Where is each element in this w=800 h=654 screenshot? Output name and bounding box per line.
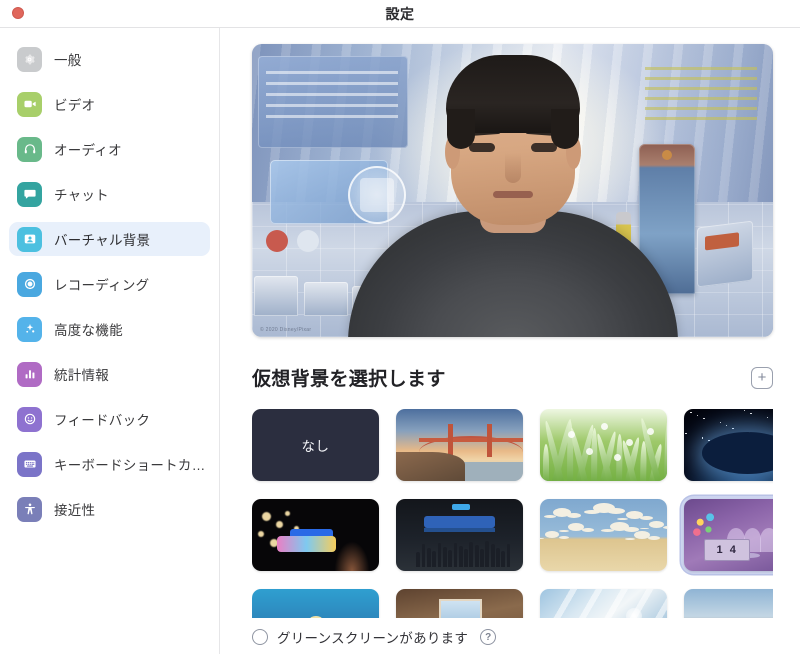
- thumbnail-art: [540, 409, 667, 481]
- person-card-icon: [17, 226, 42, 252]
- sidebar-item-label: 統計情報: [54, 368, 110, 383]
- thumbnail: 1 4: [684, 499, 773, 571]
- video-icon: [17, 91, 42, 117]
- sidebar-item-label: 一般: [54, 53, 82, 68]
- virtual-background-panel: © 2020 Disney/Pixar 仮想背景を選択します + なし1 4✕ …: [220, 28, 800, 654]
- background-tile-purple-arcade[interactable]: 1 4✕: [684, 499, 773, 571]
- thumbnail-art: [252, 589, 379, 618]
- thumbnail-art: [540, 499, 667, 571]
- window-controls: [12, 7, 24, 19]
- green-screen-row: グリーンスクリーンがあります ?: [252, 620, 773, 654]
- sidebar-item-headphone[interactable]: オーディオ: [9, 132, 210, 166]
- thumbnail: [396, 409, 523, 481]
- thumbnail-art: [684, 409, 773, 481]
- background-grid: なし 1 4✕: [252, 409, 773, 618]
- sidebar-item-gear[interactable]: 一般: [9, 42, 210, 76]
- background-tile-coral-reef[interactable]: [252, 589, 379, 618]
- thumbnail-art: [396, 589, 523, 618]
- window-title: 設定: [385, 5, 415, 22]
- sidebar-item-record[interactable]: レコーディング: [9, 267, 210, 301]
- sidebar-item-video[interactable]: ビデオ: [9, 87, 210, 121]
- thumbnail: [396, 589, 523, 618]
- thumbnail-number-plate: 1 4: [704, 539, 751, 561]
- sidebar-item-person-card[interactable]: バーチャル背景: [9, 222, 210, 256]
- section-title: 仮想背景を選択します: [252, 369, 446, 390]
- preview-person: [252, 44, 773, 337]
- thumbnail-art: [540, 589, 667, 618]
- thumbnail: [540, 499, 667, 571]
- thumbnail: [540, 589, 667, 618]
- background-tile-golden-gate[interactable]: [396, 409, 523, 481]
- none-label: なし: [301, 439, 330, 454]
- sidebar-item-accessibility[interactable]: 接近性: [9, 492, 210, 526]
- background-grid-scroll[interactable]: なし 1 4✕: [252, 409, 773, 618]
- headphone-icon: [17, 136, 42, 162]
- background-tile-toy-story-clouds[interactable]: [540, 499, 667, 571]
- sidebar-item-label: オーディオ: [54, 143, 122, 158]
- thumbnail-art: [396, 499, 523, 571]
- background-tile-group-photo[interactable]: [396, 499, 523, 571]
- background-tile-sunbeam-street[interactable]: [540, 589, 667, 618]
- settings-sidebar: 一般ビデオオーディオチャットバーチャル背景 レコーディング 高度な機能統計情報フィー…: [0, 28, 220, 654]
- record-icon: [17, 271, 42, 297]
- thumbnail-art: [684, 589, 773, 618]
- person-hair: [445, 55, 580, 149]
- sparkle-icon: [17, 316, 42, 342]
- green-screen-label: グリーンスクリーンがあります: [277, 631, 469, 646]
- preview-watermark: © 2020 Disney/Pixar: [260, 327, 312, 333]
- thumbnail: [540, 409, 667, 481]
- sidebar-item-label: キーボードショートカ…: [54, 458, 206, 473]
- sidebar-item-label: 高度な機能: [54, 323, 123, 338]
- background-tile-living-room[interactable]: [396, 589, 523, 618]
- background-tile-earth-space[interactable]: [684, 409, 773, 481]
- video-preview[interactable]: © 2020 Disney/Pixar: [252, 44, 773, 337]
- settings-window: 設定 一般ビデオオーディオチャットバーチャル背景 レコーディング 高度な機能統計情報…: [0, 0, 800, 654]
- sidebar-item-smiley[interactable]: フィードバック: [9, 402, 210, 436]
- green-screen-checkbox[interactable]: [252, 629, 268, 645]
- sidebar-item-chat[interactable]: チャット: [9, 177, 210, 211]
- thumbnail: [252, 499, 379, 571]
- section-header: 仮想背景を選択します +: [252, 364, 773, 391]
- thumbnail-art: [252, 499, 379, 571]
- close-button[interactable]: [12, 7, 24, 19]
- sidebar-item-label: ビデオ: [54, 98, 96, 113]
- thumbnail: なし: [252, 409, 379, 481]
- plus-icon: +: [757, 368, 767, 386]
- background-tile-grass[interactable]: [540, 409, 667, 481]
- add-background-button[interactable]: +: [751, 366, 773, 389]
- background-tile-none[interactable]: なし: [252, 409, 379, 481]
- bar-chart-icon: [17, 361, 42, 387]
- sidebar-item-label: フィードバック: [54, 413, 151, 428]
- sidebar-item-label: チャット: [54, 188, 109, 203]
- smiley-icon: [17, 406, 42, 432]
- sidebar-item-keyboard[interactable]: キーボードショートカ…: [9, 447, 210, 481]
- thumbnail: [684, 409, 773, 481]
- background-tile-cars-stadium[interactable]: [684, 589, 773, 618]
- sidebar-item-label: 接近性: [54, 503, 96, 518]
- gear-icon: [17, 46, 42, 72]
- thumbnail-art: [396, 409, 523, 481]
- help-icon[interactable]: ?: [480, 629, 497, 645]
- thumbnail: [252, 589, 379, 618]
- chat-icon: [17, 181, 42, 207]
- thumbnail: [396, 499, 523, 571]
- sidebar-item-label: レコーディング: [54, 278, 150, 293]
- accessibility-icon: [17, 496, 42, 522]
- sidebar-item-label: バーチャル背景: [54, 233, 151, 248]
- window-body: 一般ビデオオーディオチャットバーチャル背景 レコーディング 高度な機能統計情報フィー…: [0, 28, 800, 654]
- background-tile-festival-float[interactable]: [252, 499, 379, 571]
- thumbnail: [684, 589, 773, 618]
- window-titlebar: 設定: [0, 0, 800, 28]
- sidebar-item-sparkle[interactable]: 高度な機能: [9, 312, 210, 346]
- thumbnail-art: 1 4: [684, 499, 773, 571]
- keyboard-icon: [17, 451, 42, 477]
- sidebar-item-bar-chart[interactable]: 統計情報: [9, 357, 210, 391]
